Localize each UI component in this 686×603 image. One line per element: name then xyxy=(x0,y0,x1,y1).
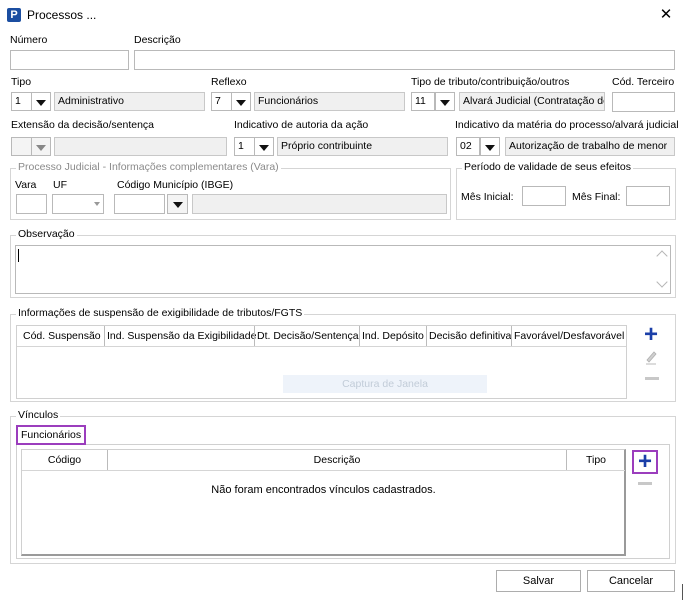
vinculos-group: Vínculos Funcionários Código Descrição T… xyxy=(10,409,676,564)
observacao-group: Observação xyxy=(10,228,676,298)
descricao-label: Descrição xyxy=(134,34,181,46)
materia-dropdown-button[interactable] xyxy=(480,137,500,156)
suspensao-title: Informações de suspensão de exigibilidad… xyxy=(16,307,305,319)
edit-suspensao-icon[interactable] xyxy=(644,349,658,365)
tipo-description: Administrativo xyxy=(54,92,205,111)
tipo-code-select[interactable]: 1 xyxy=(11,92,33,111)
mes-final-input[interactable] xyxy=(626,186,670,206)
remove-vinculo-icon[interactable] xyxy=(638,482,652,485)
col-favoravel[interactable]: Favorável/Desfavorável xyxy=(514,330,624,342)
reflexo-code-select[interactable]: 7 xyxy=(211,92,233,111)
reflexo-dropdown-button[interactable] xyxy=(231,92,251,111)
descricao-input[interactable] xyxy=(134,50,675,70)
scroll-down-icon[interactable] xyxy=(656,276,668,288)
materia-code-select[interactable]: 02 xyxy=(456,137,480,156)
numero-input[interactable] xyxy=(10,50,129,70)
suspensao-table[interactable]: Cód. Suspensão Ind. Suspensão da Exigibi… xyxy=(16,325,627,399)
mes-inicial-label: Mês Inicial: xyxy=(461,191,514,203)
validade-group-title: Período de validade de seus efeitos xyxy=(462,161,633,173)
extensao-code-select[interactable] xyxy=(11,137,33,156)
materia-label: Indicativo da matéria do processo/alvará… xyxy=(455,119,679,131)
col-ind-suspensao[interactable]: Ind. Suspensão da Exigibilidade xyxy=(107,330,256,342)
cod-terceiro-label: Cód. Terceiro xyxy=(612,76,675,88)
vara-input[interactable] xyxy=(16,194,47,214)
capture-watermark: Captura de Janela xyxy=(283,375,487,393)
reflexo-description: Funcionários xyxy=(254,92,405,111)
window-title: Processos ... xyxy=(27,8,97,22)
tipo-tributo-dropdown-button[interactable] xyxy=(435,92,455,111)
extensao-dropdown-button[interactable] xyxy=(31,137,51,156)
scroll-up-icon[interactable] xyxy=(656,250,668,262)
judicial-group: Processo Judicial - Informações compleme… xyxy=(10,161,451,220)
validade-group: Período de validade de seus efeitos Mês … xyxy=(456,161,676,220)
add-vinculo-button[interactable]: + xyxy=(632,450,658,474)
autoria-dropdown-button[interactable] xyxy=(254,137,274,156)
vinculos-title: Vínculos xyxy=(16,409,61,421)
autoria-description: Próprio contribuinte xyxy=(277,137,448,156)
observacao-textarea[interactable] xyxy=(15,245,671,294)
text-cursor xyxy=(18,249,19,262)
tipo-label: Tipo xyxy=(11,76,32,88)
vara-label: Vara xyxy=(15,179,37,191)
numero-label: Número xyxy=(10,34,48,46)
tipo-tributo-description: Alvará Judicial (Contratação de xyxy=(459,92,605,111)
window-resize-edge xyxy=(682,584,683,600)
observacao-title: Observação xyxy=(16,228,77,240)
extensao-label: Extensão da decisão/sentença xyxy=(11,119,155,131)
remove-suspensao-icon[interactable] xyxy=(645,377,659,380)
tab-funcionarios[interactable]: Funcionários xyxy=(16,425,86,445)
extensao-description xyxy=(54,137,227,156)
municipio-code-input[interactable] xyxy=(114,194,165,214)
municipio-label: Código Município (IBGE) xyxy=(117,179,234,191)
suspensao-group: Informações de suspensão de exigibilidad… xyxy=(10,307,676,402)
col-ind-deposito[interactable]: Ind. Depósito xyxy=(362,330,424,342)
municipio-description xyxy=(192,194,447,214)
cancel-button[interactable]: Cancelar xyxy=(587,570,675,592)
close-icon[interactable]: ✕ xyxy=(654,5,678,25)
tipo-tributo-label: Tipo de tributo/contribuição/outros xyxy=(411,76,570,88)
mes-inicial-input[interactable] xyxy=(522,186,566,206)
col-codigo[interactable]: Código xyxy=(22,454,107,466)
autoria-code-select[interactable]: 1 xyxy=(234,137,256,156)
add-vinculo-icon: + xyxy=(637,448,652,475)
tipo-tributo-code-select[interactable]: 11 xyxy=(411,92,435,111)
autoria-label: Indicativo de autoria da ação xyxy=(234,119,369,131)
materia-description: Autorização de trabalho de menor xyxy=(505,137,675,156)
uf-chevron-down-icon xyxy=(94,202,100,206)
vinculos-panel: Código Descrição Tipo Não foram encontra… xyxy=(16,444,670,559)
tipo-dropdown-button[interactable] xyxy=(31,92,51,111)
col-cod-suspensao[interactable]: Cód. Suspensão xyxy=(23,330,101,342)
municipio-dropdown-button[interactable] xyxy=(167,194,188,214)
col-tipo[interactable]: Tipo xyxy=(567,454,625,466)
title-bar: P Processos ... ✕ xyxy=(0,0,686,30)
add-suspensao-icon[interactable]: + xyxy=(641,323,661,347)
empty-message: Não foram encontrados vínculos cadastrad… xyxy=(211,484,436,496)
app-icon: P xyxy=(7,8,21,22)
col-decisao-definitiva[interactable]: Decisão definitiva xyxy=(429,330,511,342)
vinculos-table[interactable]: Código Descrição Tipo Não foram encontra… xyxy=(21,449,626,556)
save-button[interactable]: Salvar xyxy=(496,570,581,592)
mes-final-label: Mês Final: xyxy=(572,191,621,203)
uf-select[interactable] xyxy=(52,194,104,214)
uf-label: UF xyxy=(53,179,67,191)
judicial-group-title: Processo Judicial - Informações compleme… xyxy=(16,161,281,173)
col-dt-decisao[interactable]: Dt. Decisão/Sentença xyxy=(257,330,359,342)
cod-terceiro-input[interactable] xyxy=(612,92,675,112)
reflexo-label: Reflexo xyxy=(211,76,247,88)
col-descricao[interactable]: Descrição xyxy=(108,454,566,466)
